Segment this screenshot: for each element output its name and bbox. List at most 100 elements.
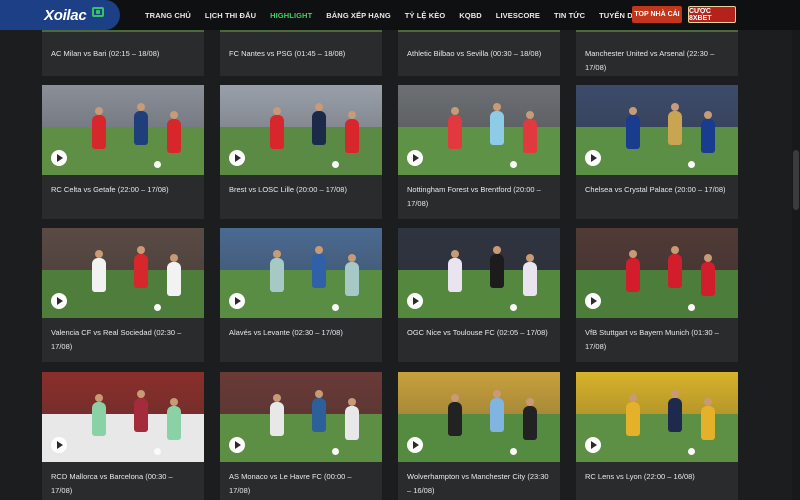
player-figure	[701, 119, 715, 153]
player-head	[671, 103, 679, 111]
player-figure	[167, 262, 181, 296]
player-head	[95, 250, 103, 258]
video-card[interactable]: RCD Mallorca vs Barcelona (00:30 – 17/08…	[42, 372, 204, 500]
player-head	[170, 254, 178, 262]
player-head	[348, 398, 356, 406]
video-thumbnail[interactable]	[42, 30, 204, 32]
video-card[interactable]: AC Milan vs Bari (02:15 – 18/08)	[42, 30, 204, 76]
player-figure	[668, 254, 682, 288]
player-figure	[134, 111, 148, 145]
video-title[interactable]: Chelsea vs Crystal Palace (20:00 – 17/08…	[585, 183, 730, 197]
video-title[interactable]: Alavés vs Levante (02:30 – 17/08)	[229, 326, 374, 340]
video-card[interactable]: Alavés vs Levante (02:30 – 17/08)	[220, 228, 382, 362]
video-title[interactable]: Manchester United vs Arsenal (22:30 – 17…	[585, 47, 730, 75]
video-card[interactable]: VfB Stuttgart vs Bayern Munich (01:30 – …	[576, 228, 738, 362]
video-card[interactable]: Wolverhampton vs Manchester City (23:30 …	[398, 372, 560, 500]
player-head	[348, 111, 356, 119]
player-figure	[668, 111, 682, 145]
player-figure	[92, 115, 106, 149]
video-card[interactable]: Manchester United vs Arsenal (22:30 – 17…	[576, 30, 738, 76]
video-thumbnail[interactable]	[576, 85, 738, 175]
video-title[interactable]: FC Nantes vs PSG (01:45 – 18/08)	[229, 47, 374, 61]
video-card[interactable]: Brest vs LOSC Lille (20:00 – 17/08)	[220, 85, 382, 219]
play-icon[interactable]	[407, 150, 423, 166]
player-head	[704, 111, 712, 119]
nav-item[interactable]: TIN TỨC	[547, 11, 592, 20]
player-head	[95, 394, 103, 402]
video-card[interactable]: AS Monaco vs Le Havre FC (00:00 – 17/08)	[220, 372, 382, 500]
play-icon[interactable]	[229, 150, 245, 166]
nav-item[interactable]: TỶ LỆ KÈO	[398, 11, 453, 20]
video-thumbnail[interactable]	[398, 30, 560, 32]
play-icon[interactable]	[585, 150, 601, 166]
play-icon[interactable]	[51, 293, 67, 309]
video-title[interactable]: OGC Nice vs Toulouse FC (02:05 – 17/08)	[407, 326, 552, 340]
video-card[interactable]: Chelsea vs Crystal Palace (20:00 – 17/08…	[576, 85, 738, 219]
nav-item[interactable]: LIVESCORE	[489, 11, 547, 20]
video-thumbnail[interactable]	[398, 228, 560, 318]
video-title[interactable]: Athletic Bilbao vs Sevilla (00:30 – 18/0…	[407, 47, 552, 61]
football	[332, 161, 339, 168]
video-thumbnail[interactable]	[576, 30, 738, 32]
play-icon[interactable]	[407, 437, 423, 453]
video-title[interactable]: RCD Mallorca vs Barcelona (00:30 – 17/08…	[51, 470, 196, 498]
play-icon[interactable]	[585, 293, 601, 309]
video-thumbnail[interactable]	[220, 85, 382, 175]
video-thumbnail[interactable]	[42, 85, 204, 175]
video-thumbnail[interactable]	[576, 228, 738, 318]
player-head	[493, 103, 501, 111]
football	[510, 448, 517, 455]
player-head	[451, 250, 459, 258]
nav-item[interactable]: LỊCH THI ĐẤU	[198, 11, 263, 20]
video-thumbnail[interactable]	[220, 372, 382, 462]
scrollbar-thumb[interactable]	[793, 150, 799, 210]
player-head	[629, 107, 637, 115]
video-title[interactable]: RC Lens vs Lyon (22:00 – 16/08)	[585, 470, 730, 484]
nav-item[interactable]: TRANG CHỦ	[138, 11, 198, 20]
football	[332, 448, 339, 455]
video-title[interactable]: AS Monaco vs Le Havre FC (00:00 – 17/08)	[229, 470, 374, 498]
player-head	[137, 390, 145, 398]
play-icon[interactable]	[229, 293, 245, 309]
video-card[interactable]: Nottingham Forest vs Brentford (20:00 – …	[398, 85, 560, 219]
video-thumbnail[interactable]	[398, 372, 560, 462]
video-title[interactable]: RC Celta vs Getafe (22:00 – 17/08)	[51, 183, 196, 197]
video-thumbnail[interactable]	[42, 372, 204, 462]
player-head	[704, 254, 712, 262]
top-nha-cai-button[interactable]: TOP NHÀ CÁI	[632, 6, 682, 23]
video-card[interactable]: RC Celta vs Getafe (22:00 – 17/08)	[42, 85, 204, 219]
play-icon[interactable]	[229, 437, 245, 453]
video-thumbnail[interactable]	[398, 85, 560, 175]
video-thumbnail[interactable]	[220, 228, 382, 318]
page-scrollbar[interactable]	[792, 30, 800, 500]
video-card[interactable]: FC Nantes vs PSG (01:45 – 18/08)	[220, 30, 382, 76]
video-title[interactable]: Wolverhampton vs Manchester City (23:30 …	[407, 470, 552, 498]
play-icon[interactable]	[585, 437, 601, 453]
nav-item[interactable]: KQBD	[452, 11, 488, 20]
player-head	[526, 111, 534, 119]
player-figure	[523, 406, 537, 440]
player-figure	[167, 406, 181, 440]
player-figure	[523, 262, 537, 296]
nav-item[interactable]: BẢNG XẾP HẠNG	[319, 11, 398, 20]
video-card[interactable]: Athletic Bilbao vs Sevilla (00:30 – 18/0…	[398, 30, 560, 76]
video-card[interactable]: RC Lens vs Lyon (22:00 – 16/08)	[576, 372, 738, 500]
video-title[interactable]: Valencia CF vs Real Sociedad (02:30 – 17…	[51, 326, 196, 354]
video-title[interactable]: VfB Stuttgart vs Bayern Munich (01:30 – …	[585, 326, 730, 354]
video-thumbnail[interactable]	[576, 372, 738, 462]
video-thumbnail[interactable]	[42, 228, 204, 318]
play-icon[interactable]	[407, 293, 423, 309]
site-logo[interactable]: Xoilac	[0, 0, 120, 30]
player-figure	[312, 254, 326, 288]
play-icon[interactable]	[51, 150, 67, 166]
video-card[interactable]: OGC Nice vs Toulouse FC (02:05 – 17/08)	[398, 228, 560, 362]
video-card[interactable]: Valencia CF vs Real Sociedad (02:30 – 17…	[42, 228, 204, 362]
video-title[interactable]: AC Milan vs Bari (02:15 – 18/08)	[51, 47, 196, 61]
video-title[interactable]: Nottingham Forest vs Brentford (20:00 – …	[407, 183, 552, 211]
football	[510, 304, 517, 311]
nav-item[interactable]: HIGHLIGHT	[263, 11, 319, 20]
cuoc-8xbet-button[interactable]: CƯỢC 8XBET	[688, 6, 736, 23]
play-icon[interactable]	[51, 437, 67, 453]
video-thumbnail[interactable]	[220, 30, 382, 32]
video-title[interactable]: Brest vs LOSC Lille (20:00 – 17/08)	[229, 183, 374, 197]
